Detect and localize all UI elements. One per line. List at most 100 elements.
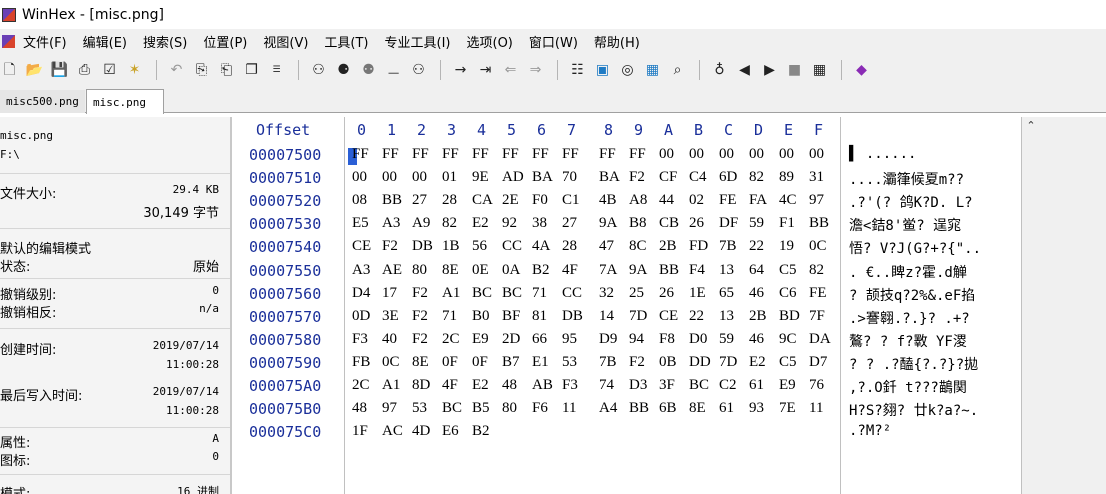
- hex-byte[interactable]: CF: [659, 169, 677, 186]
- hex-byte[interactable]: 0E: [472, 262, 489, 279]
- row-text[interactable]: ▌ ......: [849, 146, 916, 162]
- hex-byte[interactable]: C4: [689, 169, 707, 186]
- hex-byte[interactable]: 82: [442, 215, 457, 232]
- menu-view[interactable]: 视图(V): [263, 32, 308, 51]
- hex-byte[interactable]: 26: [659, 285, 674, 302]
- menu-help[interactable]: 帮助(H): [594, 32, 640, 51]
- hex-byte[interactable]: 32: [599, 285, 614, 302]
- hex-byte[interactable]: CC: [562, 285, 582, 302]
- hex-byte[interactable]: 97: [382, 400, 397, 417]
- hex-byte[interactable]: C6: [779, 285, 797, 302]
- row-text[interactable]: ....灞箻候夏m??: [849, 169, 964, 189]
- row-offset[interactable]: 00007500: [249, 146, 321, 164]
- hex-byte[interactable]: FF: [472, 146, 489, 163]
- hex-byte[interactable]: 81: [532, 308, 547, 325]
- hex-byte[interactable]: 82: [749, 169, 764, 186]
- hex-byte[interactable]: B2: [472, 423, 490, 440]
- row-text[interactable]: H?S?翗? 廿k?a?~.: [849, 400, 978, 420]
- hex-byte[interactable]: A4: [599, 400, 617, 417]
- goto-page-icon[interactable]: ⇥: [476, 61, 495, 80]
- hex-byte[interactable]: 89: [779, 169, 794, 186]
- hex-byte[interactable]: E2: [472, 377, 489, 394]
- hex-byte[interactable]: B0: [472, 308, 490, 325]
- row-offset[interactable]: 00007550: [249, 262, 321, 280]
- hex-byte[interactable]: 66: [532, 331, 547, 348]
- hex-byte[interactable]: 94: [629, 331, 644, 348]
- hex-byte[interactable]: 9E: [472, 169, 489, 186]
- hex-byte[interactable]: 80: [502, 400, 517, 417]
- hex-byte[interactable]: 8E: [689, 400, 706, 417]
- hex-byte[interactable]: 38: [532, 215, 547, 232]
- row-offset[interactable]: 000075B0: [249, 400, 321, 418]
- row-offset[interactable]: 00007540: [249, 238, 321, 256]
- hex-byte[interactable]: 47: [599, 238, 614, 255]
- hex-byte[interactable]: E6: [442, 423, 459, 440]
- hex-byte[interactable]: 7D: [629, 308, 647, 325]
- hex-byte[interactable]: E5: [352, 215, 369, 232]
- hex-byte[interactable]: AD: [502, 169, 524, 186]
- undo-icon[interactable]: ↶: [167, 61, 186, 80]
- hex-byte[interactable]: 70: [562, 169, 577, 186]
- row-text[interactable]: 鷔? ? f?斁 YF溭: [849, 331, 967, 351]
- menu-specialist-tools[interactable]: 专业工具(I): [385, 32, 451, 51]
- hex-byte[interactable]: BC: [442, 400, 462, 417]
- hex-byte[interactable]: FE: [809, 285, 827, 302]
- hex-byte[interactable]: A8: [629, 192, 647, 209]
- row-text[interactable]: .?M?²: [849, 423, 891, 439]
- binary-icon[interactable]: ☰: [267, 61, 286, 80]
- hex-byte[interactable]: 4B: [599, 192, 617, 209]
- hex-byte[interactable]: FF: [532, 146, 549, 163]
- hex-byte[interactable]: E2: [749, 354, 766, 371]
- hex-byte[interactable]: AB: [532, 377, 553, 394]
- hex-byte[interactable]: 7A: [599, 262, 617, 279]
- grid-view-icon[interactable]: ▦: [810, 61, 829, 80]
- hex-byte[interactable]: 46: [749, 331, 764, 348]
- hex-byte[interactable]: 0A: [502, 262, 520, 279]
- hex-byte[interactable]: 3E: [382, 308, 399, 325]
- paste-icon[interactable]: ⎗: [217, 61, 236, 80]
- hex-byte[interactable]: 13: [719, 262, 734, 279]
- hex-byte[interactable]: 48: [502, 377, 517, 394]
- hex-byte[interactable]: 4C: [779, 192, 797, 209]
- hex-byte[interactable]: BD: [779, 308, 800, 325]
- hex-byte[interactable]: FF: [442, 146, 459, 163]
- hex-byte[interactable]: 2E: [502, 192, 519, 209]
- replace-text-icon[interactable]: ⚉: [359, 61, 378, 80]
- hex-byte[interactable]: 76: [809, 377, 824, 394]
- hex-byte[interactable]: DB: [412, 238, 433, 255]
- camera-icon[interactable]: ■: [785, 61, 804, 80]
- hex-byte[interactable]: D9: [599, 331, 617, 348]
- hex-byte[interactable]: F2: [412, 331, 428, 348]
- hex-byte[interactable]: B2: [532, 262, 550, 279]
- menu-edit[interactable]: 编辑(E): [83, 32, 127, 51]
- hex-byte[interactable]: 4F: [562, 262, 578, 279]
- hex-byte[interactable]: CE: [352, 238, 371, 255]
- hex-byte[interactable]: FF: [382, 146, 399, 163]
- hex-byte[interactable]: BC: [472, 285, 492, 302]
- row-text[interactable]: ? 颉技q?2%&.eF掐: [849, 285, 975, 305]
- hex-byte[interactable]: F0: [532, 192, 548, 209]
- goto-offset-icon[interactable]: →: [451, 61, 470, 80]
- hex-byte[interactable]: 31: [809, 169, 824, 186]
- hex-byte[interactable]: 00: [412, 169, 427, 186]
- hex-byte[interactable]: 64: [749, 262, 764, 279]
- hex-byte[interactable]: D4: [352, 285, 370, 302]
- hex-byte[interactable]: FF: [629, 146, 646, 163]
- menu-tools[interactable]: 工具(T): [324, 32, 368, 51]
- paste-write-icon[interactable]: ❐: [242, 61, 261, 80]
- hex-byte[interactable]: CA: [472, 192, 493, 209]
- menu-file[interactable]: 文件(F): [23, 32, 67, 51]
- hex-byte[interactable]: 53: [412, 400, 427, 417]
- hex-byte[interactable]: 00: [779, 146, 794, 163]
- hex-byte[interactable]: 01: [442, 169, 457, 186]
- hex-byte[interactable]: 7B: [719, 238, 737, 255]
- hex-byte[interactable]: FF: [412, 146, 429, 163]
- hex-byte[interactable]: CC: [502, 238, 522, 255]
- row-offset[interactable]: 00007580: [249, 331, 321, 349]
- hex-byte[interactable]: BC: [689, 377, 709, 394]
- hex-byte[interactable]: F2: [412, 308, 428, 325]
- hex-byte[interactable]: 19: [779, 238, 794, 255]
- hex-byte[interactable]: 8E: [442, 262, 459, 279]
- hex-byte[interactable]: 9A: [599, 215, 617, 232]
- hex-byte[interactable]: 82: [809, 262, 824, 279]
